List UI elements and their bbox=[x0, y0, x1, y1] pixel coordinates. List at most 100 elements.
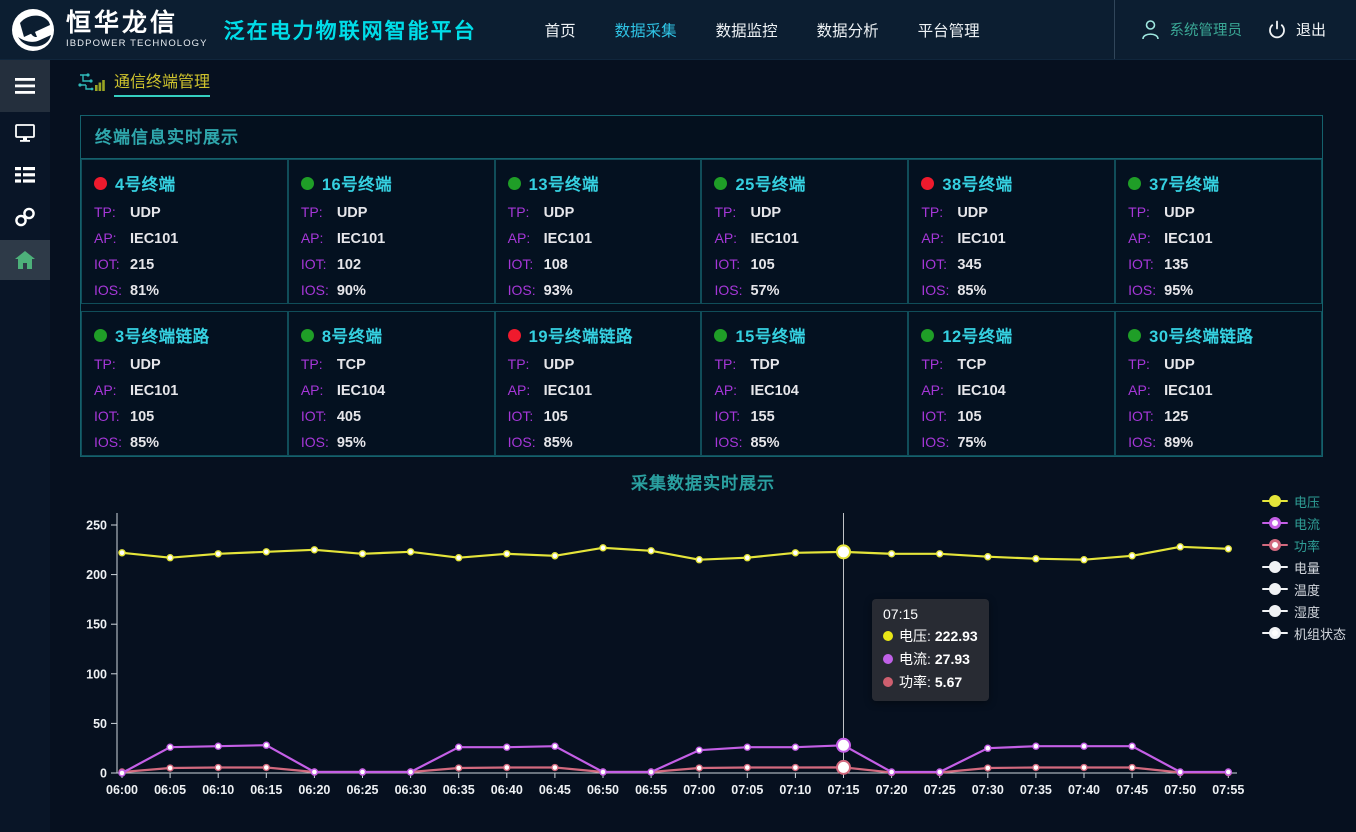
terminal-card[interactable]: 3号终端链路TP:UDPAP:IEC101IOT:105IOS:85% bbox=[81, 311, 288, 456]
field-label: AP: bbox=[301, 382, 337, 398]
svg-text:06:10: 06:10 bbox=[202, 783, 234, 797]
terminal-card[interactable]: 15号终端TP:TDPAP:IEC104IOT:155IOS:85% bbox=[701, 311, 908, 456]
chart-legend: 电压电流功率电量温度湿度机组状态 bbox=[1262, 490, 1346, 644]
terminal-card[interactable]: 8号终端TP:TCPAP:IEC104IOT:405IOS:95% bbox=[288, 311, 495, 456]
field-label: TP: bbox=[1128, 356, 1164, 372]
breadcrumb-label[interactable]: 通信终端管理 bbox=[114, 68, 210, 97]
svg-text:06:25: 06:25 bbox=[347, 783, 379, 797]
sidebar-item-monitor[interactable] bbox=[0, 112, 50, 154]
terminal-field-iot: IOT:102 bbox=[301, 256, 482, 273]
field-value: 105 bbox=[750, 257, 774, 273]
terminal-card[interactable]: 13号终端TP:UDPAP:IEC101IOT:108IOS:93% bbox=[495, 159, 702, 304]
field-value: UDP bbox=[957, 205, 988, 221]
terminal-field-iot: IOT:108 bbox=[508, 256, 689, 273]
terminal-field-ios: IOS:95% bbox=[1128, 282, 1309, 299]
nav-item-0[interactable]: 首页 bbox=[545, 19, 576, 41]
logout-button[interactable]: 退出 bbox=[1296, 19, 1326, 40]
terminal-field-tp: TP:UDP bbox=[714, 204, 895, 221]
chart-canvas[interactable]: 05010015020025006:0006:0506:1006:1506:20… bbox=[72, 498, 1262, 814]
field-value: 345 bbox=[957, 257, 981, 273]
legend-item-0[interactable]: 电压 bbox=[1262, 490, 1346, 512]
terminal-field-iot: IOT:345 bbox=[921, 256, 1102, 273]
terminal-field-tp: TP:UDP bbox=[508, 356, 689, 373]
sidebar-item-menu[interactable] bbox=[0, 60, 50, 112]
svg-text:06:50: 06:50 bbox=[587, 783, 619, 797]
svg-text:06:15: 06:15 bbox=[250, 783, 282, 797]
legend-item-2[interactable]: 功率 bbox=[1262, 534, 1346, 556]
terminal-card[interactable]: 12号终端TP:TCPAP:IEC104IOT:105IOS:75% bbox=[908, 311, 1115, 456]
tooltip-series-value: 222.93 bbox=[935, 628, 978, 644]
terminal-name: 13号终端 bbox=[529, 171, 599, 195]
terminal-card[interactable]: 4号终端TP:UDPAP:IEC101IOT:215IOS:81% bbox=[81, 159, 288, 304]
field-value: 95% bbox=[337, 435, 366, 451]
sidebar-item-list[interactable] bbox=[0, 154, 50, 196]
nav-item-2[interactable]: 数据监控 bbox=[716, 19, 778, 41]
nav-item-4[interactable]: 平台管理 bbox=[918, 19, 980, 41]
terminal-field-ap: AP:IEC101 bbox=[921, 230, 1102, 247]
terminal-card[interactable]: 38号终端TP:UDPAP:IEC101IOT:345IOS:85% bbox=[908, 159, 1115, 304]
field-label: TP: bbox=[921, 204, 957, 220]
field-label: IOT: bbox=[301, 256, 337, 272]
field-label: IOS: bbox=[714, 282, 750, 298]
nav-item-1[interactable]: 数据采集 bbox=[615, 19, 677, 41]
terminal-field-ap: AP:IEC101 bbox=[94, 382, 275, 399]
user-icon bbox=[1141, 19, 1160, 41]
field-label: IOS: bbox=[94, 282, 130, 298]
field-label: AP: bbox=[94, 382, 130, 398]
terminal-name: 4号终端 bbox=[115, 171, 176, 195]
terminal-card[interactable]: 19号终端链路TP:UDPAP:IEC101IOT:105IOS:85% bbox=[495, 311, 702, 456]
field-value: 89% bbox=[1164, 435, 1193, 451]
field-value: TCP bbox=[957, 357, 986, 373]
breadcrumb: 通信终端管理 bbox=[50, 60, 1356, 104]
field-value: IEC101 bbox=[544, 383, 592, 399]
legend-item-4[interactable]: 温度 bbox=[1262, 578, 1346, 600]
field-label: AP: bbox=[94, 230, 130, 246]
terminal-card[interactable]: 25号终端TP:UDPAP:IEC101IOT:105IOS:57% bbox=[701, 159, 908, 304]
status-dot-green bbox=[714, 177, 727, 190]
field-label: AP: bbox=[301, 230, 337, 246]
terminal-field-ios: IOS:81% bbox=[94, 282, 275, 299]
field-value: 105 bbox=[130, 409, 154, 425]
terminal-card[interactable]: 16号终端TP:UDPAP:IEC101IOT:102IOS:90% bbox=[288, 159, 495, 304]
tooltip-series-value: 5.67 bbox=[935, 674, 962, 690]
legend-label: 功率 bbox=[1294, 536, 1320, 555]
terminal-field-iot: IOT:105 bbox=[714, 256, 895, 273]
legend-item-5[interactable]: 湿度 bbox=[1262, 600, 1346, 622]
power-icon[interactable] bbox=[1267, 20, 1287, 40]
terminal-field-ap: AP:IEC104 bbox=[921, 382, 1102, 399]
terminal-name: 15号终端 bbox=[735, 323, 805, 347]
terminal-field-iot: IOT:105 bbox=[94, 408, 275, 425]
sidebar-item-link[interactable] bbox=[0, 196, 50, 238]
field-label: IOT: bbox=[508, 256, 544, 272]
sidebar-item-home[interactable] bbox=[0, 240, 50, 280]
nav-item-3[interactable]: 数据分析 bbox=[817, 19, 879, 41]
terminal-field-iot: IOT:215 bbox=[94, 256, 275, 273]
field-label: TP: bbox=[94, 204, 130, 220]
svg-text:06:35: 06:35 bbox=[443, 783, 475, 797]
status-dot-green bbox=[301, 329, 314, 342]
chart-tooltip: 07:15 电压:222.93电流:27.93功率:5.67 bbox=[872, 599, 989, 701]
svg-text:100: 100 bbox=[86, 667, 107, 681]
legend-marker bbox=[1262, 561, 1288, 573]
company-logo-icon bbox=[10, 7, 56, 53]
field-value: UDP bbox=[544, 357, 575, 373]
field-value: 135 bbox=[1164, 257, 1188, 273]
field-label: IOS: bbox=[714, 434, 750, 450]
user-name[interactable]: 系统管理员 bbox=[1169, 19, 1242, 40]
svg-text:0: 0 bbox=[100, 767, 107, 781]
legend-item-6[interactable]: 机组状态 bbox=[1262, 622, 1346, 644]
field-value: 105 bbox=[544, 409, 568, 425]
legend-item-3[interactable]: 电量 bbox=[1262, 556, 1346, 578]
terminal-card[interactable]: 37号终端TP:UDPAP:IEC101IOT:135IOS:95% bbox=[1115, 159, 1322, 304]
legend-item-1[interactable]: 电流 bbox=[1262, 512, 1346, 534]
terminal-field-ap: AP:IEC104 bbox=[714, 382, 895, 399]
terminal-field-ios: IOS:90% bbox=[301, 282, 482, 299]
field-label: IOS: bbox=[1128, 282, 1164, 298]
field-value: 125 bbox=[1164, 409, 1188, 425]
svg-text:07:15: 07:15 bbox=[828, 783, 860, 797]
svg-text:250: 250 bbox=[86, 519, 107, 533]
terminal-name: 25号终端 bbox=[735, 171, 805, 195]
hamburger-icon bbox=[15, 78, 35, 94]
terminal-card[interactable]: 30号终端链路TP:UDPAP:IEC101IOT:125IOS:89% bbox=[1115, 311, 1322, 456]
field-label: IOT: bbox=[1128, 256, 1164, 272]
